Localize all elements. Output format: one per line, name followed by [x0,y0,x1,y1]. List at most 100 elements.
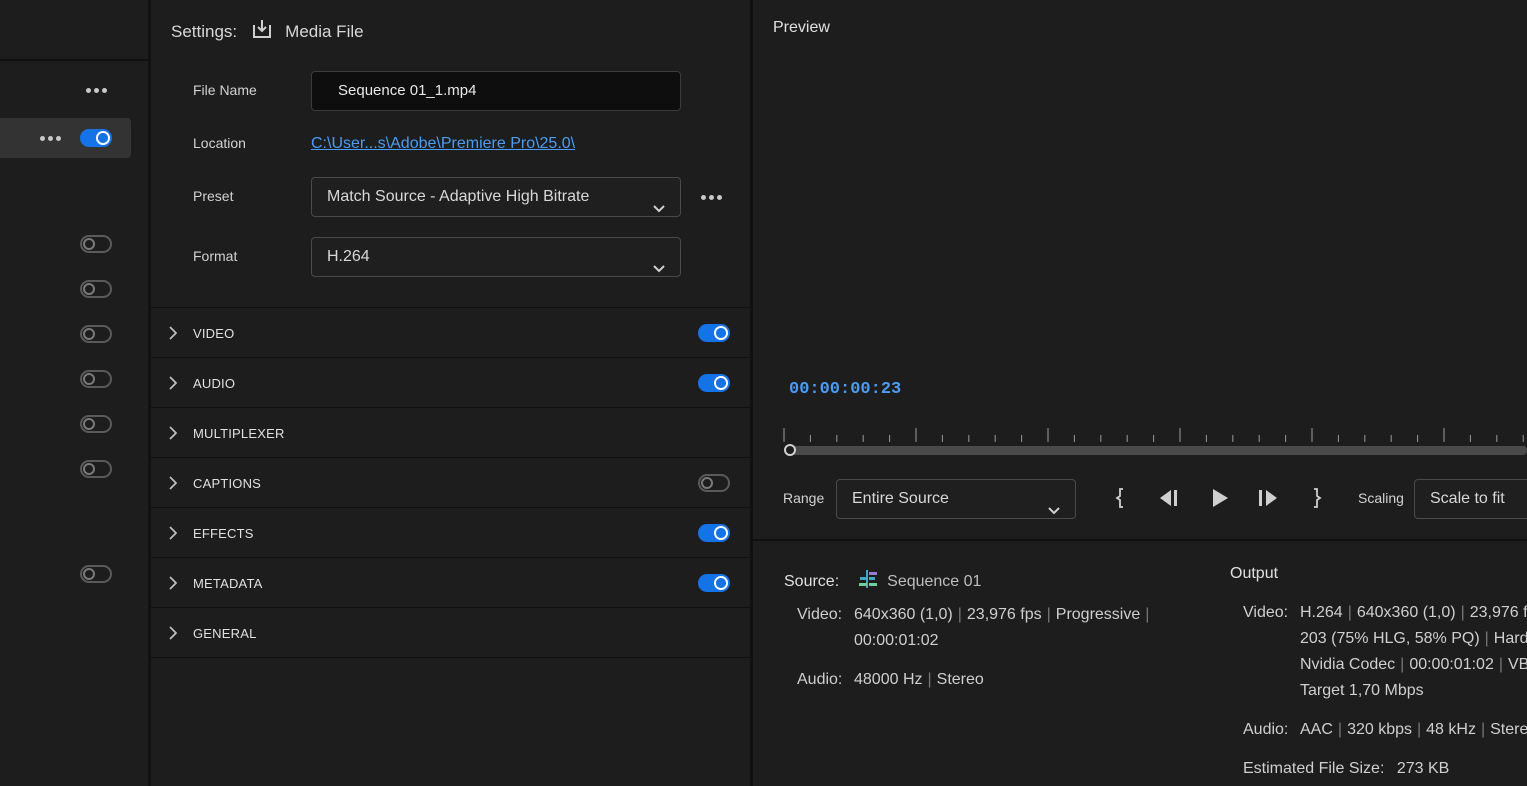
settings-header: Settings: Media File [171,18,364,45]
preset-dropdown[interactable]: Match Source - Adaptive High Bitrate [311,177,681,217]
source-label: Source: [784,572,840,590]
output-toggle[interactable] [80,129,112,147]
output-fps: 23,976 fps [1469,604,1527,621]
output-video-line3: Nvidia Codec|00:00:01:02|VBR [1300,656,1527,674]
separator: | [1480,721,1486,738]
section-audio[interactable]: AUDIO [151,358,750,408]
section-label: METADATA [193,576,263,591]
section-captions[interactable]: CAPTIONS [151,458,750,508]
chevron-down-icon [1047,493,1061,531]
sequence-icon [857,569,879,594]
file-name-input[interactable]: Sequence 01_1.mp4 [311,71,681,111]
scaling-dropdown[interactable]: Scale to fit [1414,479,1527,519]
range-dropdown[interactable]: Entire Source [836,479,1076,519]
output-resolution: 640x360 (1,0) [1356,604,1456,621]
separator: | [927,671,932,688]
output-toggle[interactable] [80,415,112,433]
video-toggle[interactable] [698,324,730,342]
step-forward-icon[interactable] [1256,487,1280,514]
preview-panel: Preview 00:00:00:23 Range Entire Source … [753,0,1527,786]
captions-toggle[interactable] [698,474,730,492]
output-audio-channels: Stereo [1490,721,1527,738]
section-general[interactable]: GENERAL [151,608,750,658]
separator: | [1498,656,1503,673]
play-icon[interactable] [1209,487,1231,514]
divider [753,539,1527,541]
more-icon[interactable] [40,136,61,141]
separator: | [1400,656,1405,673]
chevron-right-icon [169,326,178,345]
format-dropdown[interactable]: H.264 [311,237,681,277]
section-effects[interactable]: EFFECTS [151,508,750,558]
output-audio-rate: 48 kHz [1426,721,1476,738]
output-audio-bitrate: 320 kbps [1347,721,1412,738]
output-toggle[interactable] [80,460,112,478]
output-toggle[interactable] [80,370,112,388]
timeline-track[interactable] [790,446,1527,455]
section-label: GENERAL [193,626,257,641]
chevron-right-icon [169,426,178,445]
chevron-right-icon [169,526,178,545]
step-back-icon[interactable] [1157,487,1181,514]
output-duration: 00:00:01:02 [1409,656,1494,673]
output-video-label: Video: [1243,604,1289,621]
section-metadata[interactable]: METADATA [151,558,750,608]
preset-more-icon[interactable] [701,195,722,200]
settings-label: Settings: [171,21,238,41]
scaling-label: Scaling [1358,490,1404,506]
section-label: EFFECTS [193,526,254,541]
section-label: VIDEO [193,326,235,341]
output-toggle[interactable] [80,235,112,253]
queue-panel [0,0,148,786]
timecode[interactable]: 00:00:00:23 [789,380,901,399]
separator: | [1145,606,1150,623]
separator: | [1484,630,1489,647]
metadata-toggle[interactable] [698,574,730,592]
source-audio-label: Audio: [797,671,843,688]
output-toggle[interactable] [80,280,112,298]
chevron-right-icon [169,376,178,395]
section-multiplexer[interactable]: MULTIPLEXER [151,408,750,458]
section-video[interactable]: VIDEO [151,308,750,358]
section-label: AUDIO [193,376,236,391]
separator: | [957,606,962,623]
section-label: MULTIPLEXER [193,426,285,441]
chevron-down-icon [652,191,666,229]
source-scan: Progressive [1055,606,1141,623]
divider [0,59,148,61]
location-label: Location [193,135,246,151]
separator: | [1460,604,1465,621]
scaling-value: Scale to fit [1430,490,1505,507]
chevron-down-icon [652,251,666,289]
output-toggle[interactable] [80,565,112,583]
effects-toggle[interactable] [698,524,730,542]
audio-toggle[interactable] [698,374,730,392]
output-codec: H.264 [1300,604,1343,621]
output-toggle[interactable] [80,325,112,343]
more-icon[interactable] [86,88,107,93]
output-audio-details: AAC|320 kbps|48 kHz|Stereo [1300,721,1527,739]
timeline-ruler[interactable] [783,426,1527,446]
chevron-right-icon [169,476,178,495]
preset-label: Preset [193,188,234,204]
source-audio-details: 48000 Hz | Stereo [854,671,984,689]
estimated-size-value: 273 KB [1396,760,1450,777]
separator: | [1347,604,1352,621]
output-label: Output [1230,565,1279,582]
playhead[interactable] [784,444,796,456]
location-link[interactable]: C:\User...s\Adobe\Premiere Pro\25.0\ [311,135,575,153]
selected-output-row[interactable] [0,118,131,158]
export-icon [251,18,273,45]
output-target-bitrate: Target 1,70 Mbps [1300,682,1424,699]
mark-in-icon[interactable] [1115,487,1127,514]
chevron-right-icon [169,626,178,645]
separator: | [1417,721,1422,738]
source-video-details: 640x360 (1,0) | 23,976 fps | Progressive | [854,606,1154,624]
chevron-right-icon [169,576,178,595]
output-audio-label: Audio: [1243,721,1289,738]
destination-label: Media File [285,21,364,41]
section-label: CAPTIONS [193,476,262,491]
mark-out-icon[interactable] [1310,487,1322,514]
source-duration: 00:00:01:02 [854,632,939,649]
output-video-line2: 203 (75% HLG, 58% PQ)|Hardw [1300,630,1527,648]
